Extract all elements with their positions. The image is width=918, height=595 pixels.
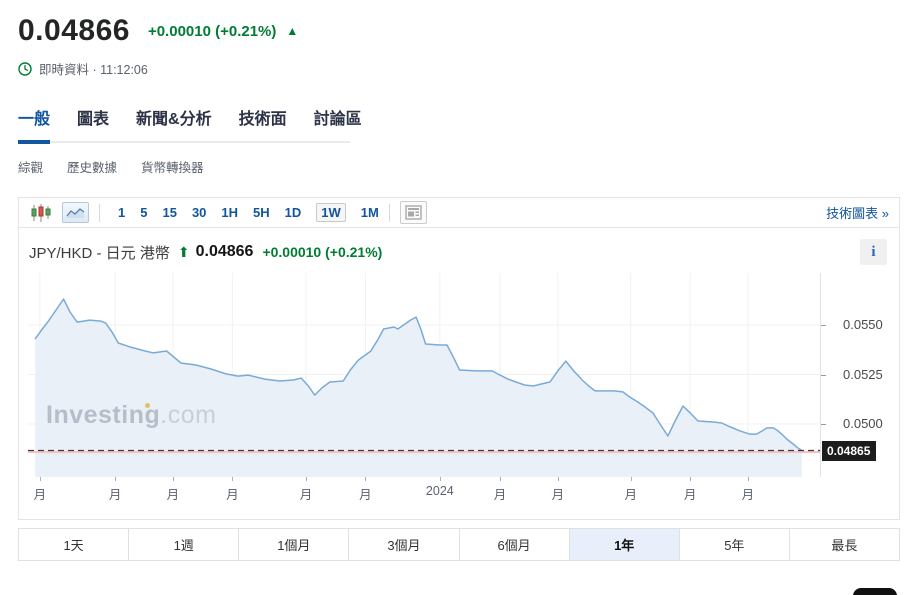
x-axis-label: 月 xyxy=(109,484,122,503)
x-tick-mark xyxy=(40,477,41,481)
current-price-tag: 0.04865 xyxy=(822,441,876,461)
timeframe-1w[interactable]: 1W xyxy=(316,203,346,222)
chart-price: 0.04866 xyxy=(196,243,254,261)
x-axis-label: 月 xyxy=(494,484,507,503)
timeframe-1[interactable]: 1 xyxy=(118,205,125,220)
tab-news-analysis[interactable]: 新聞&分析 xyxy=(136,105,212,141)
timeframe-5h[interactable]: 5H xyxy=(253,205,270,220)
instrument-header: 0.04866 +0.00010 (+0.21%) ▲ 即時資料 · 11:12… xyxy=(0,0,918,78)
x-axis-label: 月 xyxy=(552,484,565,503)
x-axis-label: 月 xyxy=(226,484,239,503)
timeframe-1d[interactable]: 1D xyxy=(285,205,302,220)
subnav-currency-converter[interactable]: 貨幣轉換器 xyxy=(141,157,204,176)
tab-comments[interactable]: 討論區 xyxy=(314,105,362,141)
area-chart-icon[interactable] xyxy=(62,202,89,223)
candlestick-chart-icon[interactable] xyxy=(29,202,53,224)
x-tick-mark xyxy=(440,477,441,481)
range-1y[interactable]: 1年 xyxy=(569,529,679,560)
x-axis-label: 月 xyxy=(359,484,372,503)
range-1d[interactable]: 1天 xyxy=(19,529,128,560)
main-tab-bar: 一般圖表新聞&分析技術面討論區 xyxy=(18,105,350,143)
news-panel-icon[interactable] xyxy=(400,201,427,224)
x-tick-mark xyxy=(115,477,116,481)
y-axis-label: 0.0550 xyxy=(843,317,883,332)
x-tick-mark xyxy=(232,477,233,481)
x-axis: 月 月 月 月 月 月 2024 月 月 月 月 月 xyxy=(19,477,899,503)
chart-plot[interactable] xyxy=(28,273,820,477)
y-tick-mark xyxy=(821,325,826,326)
toolbar-divider xyxy=(99,204,100,222)
tab-technical[interactable]: 技術面 xyxy=(239,105,287,141)
range-1w[interactable]: 1週 xyxy=(128,529,238,560)
chart-header: JPY/HKD - 日元 港幣 ⬆ 0.04866 +0.00010 (+0.2… xyxy=(19,228,899,273)
x-axis-label: 月 xyxy=(167,484,180,503)
x-axis-label: 月 xyxy=(34,484,47,503)
watermark: Investing.com xyxy=(46,401,216,430)
sub-nav: 綜觀 歷史數據 貨幣轉換器 xyxy=(18,157,918,176)
technical-chart-link[interactable]: 技術圖表 » xyxy=(826,203,889,222)
toolbar-divider xyxy=(389,204,390,222)
floating-widget-button[interactable] xyxy=(853,588,897,595)
range-1m[interactable]: 1個月 xyxy=(238,529,348,560)
timeframe-5[interactable]: 5 xyxy=(140,205,147,220)
y-axis-label: 0.0525 xyxy=(843,367,883,382)
range-max[interactable]: 最長 xyxy=(789,529,899,560)
chart-toolbar: 15 15 30 1H 5H 1D 1W 1M 技術圖表 » xyxy=(19,198,899,228)
price-chart[interactable]: Investing.com 0.0550 0.0525 0.0500 0.04865 xyxy=(19,273,899,477)
y-axis: 0.0550 0.0525 0.0500 0.04865 xyxy=(820,273,899,477)
timeframe-1m[interactable]: 1M xyxy=(361,205,379,220)
x-tick-mark xyxy=(748,477,749,481)
timeframe-30[interactable]: 30 xyxy=(192,205,206,220)
x-axis-label: 月 xyxy=(300,484,313,503)
y-axis-label: 0.0500 xyxy=(843,416,883,431)
chart-pair-title: JPY/HKD - 日元 港幣 xyxy=(29,242,170,263)
clock-icon xyxy=(18,62,32,76)
instrument-change: +0.00010 (+0.21%) xyxy=(148,23,276,40)
x-tick-mark xyxy=(631,477,632,481)
x-tick-mark xyxy=(558,477,559,481)
x-tick-mark xyxy=(690,477,691,481)
timeframe-list: 15 15 30 1H 5H 1D 1W 1M xyxy=(118,203,379,222)
range-6m[interactable]: 6個月 xyxy=(459,529,569,560)
y-tick-mark xyxy=(821,424,826,425)
tab-general[interactable]: 一般 xyxy=(18,105,50,144)
timeframe-15[interactable]: 15 xyxy=(162,205,176,220)
x-axis-label: 月 xyxy=(684,484,697,503)
watermark-i-dot xyxy=(145,403,150,408)
chart-change: +0.00010 (+0.21%) xyxy=(262,244,382,260)
instrument-price: 0.04866 xyxy=(18,14,130,48)
x-tick-mark xyxy=(365,477,366,481)
x-axis-label: 月 xyxy=(742,484,755,503)
up-arrow-icon: ⬆ xyxy=(178,244,190,261)
range-selector: 1天1週1個月3個月6個月1年5年最長 xyxy=(18,528,900,561)
x-tick-mark xyxy=(173,477,174,481)
realtime-status: 即時資料 · 11:12:06 xyxy=(39,59,148,78)
chart-card: 15 15 30 1H 5H 1D 1W 1M 技術圖表 » JPY/HKD - 日元 港幣 … xyxy=(18,197,900,520)
subnav-overview[interactable]: 綜觀 xyxy=(18,157,43,176)
subnav-historical-data[interactable]: 歷史數據 xyxy=(67,157,117,176)
x-axis-label: 月 xyxy=(624,484,637,503)
timeframe-1h[interactable]: 1H xyxy=(221,205,238,220)
up-triangle-icon: ▲ xyxy=(286,24,298,38)
x-axis-label: 2024 xyxy=(426,484,454,498)
y-tick-mark xyxy=(821,375,826,376)
x-tick-mark xyxy=(306,477,307,481)
info-icon[interactable]: i xyxy=(860,239,887,265)
range-5y[interactable]: 5年 xyxy=(679,529,789,560)
x-tick-mark xyxy=(500,477,501,481)
tab-charts[interactable]: 圖表 xyxy=(77,105,109,141)
range-3m[interactable]: 3個月 xyxy=(348,529,458,560)
